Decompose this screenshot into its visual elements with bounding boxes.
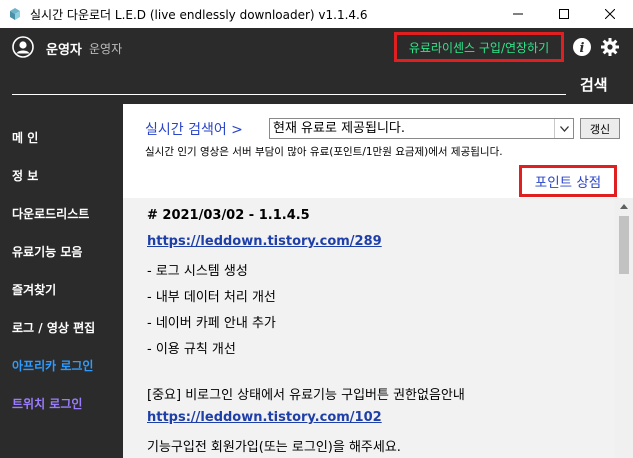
changelog-line: - 이용 규칙 개선: [147, 342, 236, 357]
sidebar-item-info[interactable]: 정 보: [12, 167, 38, 184]
user-name: 운영자: [46, 43, 82, 58]
avatar-icon[interactable]: [12, 36, 34, 58]
title-bar: 실시간 다운로더 L.E.D (live endlessly downloade…: [0, 0, 633, 28]
search-input[interactable]: [12, 72, 566, 94]
chevron-down-icon[interactable]: [554, 119, 573, 138]
sidebar-item-paid-features[interactable]: 유료기능 모음: [12, 243, 82, 260]
window-title: 실시간 다운로더 L.E.D (live endlessly downloade…: [30, 7, 368, 22]
search-button[interactable]: 검색: [580, 74, 608, 95]
sidebar-item-log-video-edit[interactable]: 로그 / 영상 편집: [12, 319, 95, 336]
changelog-link[interactable]: https://leddown.tistory.com/289: [147, 234, 382, 249]
minimize-icon: [513, 13, 523, 15]
sidebar-item-main[interactable]: 메 인: [12, 129, 38, 146]
changelog-line: - 로그 시스템 생성: [147, 264, 248, 279]
svg-text:i: i: [580, 41, 585, 56]
changelog-line: - 내부 데이터 처리 개선: [147, 290, 276, 305]
maximize-icon: [559, 9, 569, 19]
scrollbar[interactable]: [615, 198, 633, 458]
app-icon: [8, 7, 22, 21]
sidebar-item-twitch-login[interactable]: 트위치 로그인: [12, 395, 82, 412]
breadcrumb: 실시간 검색어 >: [145, 122, 243, 138]
refresh-button[interactable]: 갱신: [580, 118, 620, 139]
minimize-button[interactable]: [495, 0, 541, 28]
changelog-line: 기능구입전 회원가입(또는 로그인)을 해주세요.: [147, 440, 401, 455]
close-button[interactable]: [587, 0, 633, 28]
notice-text: 실시간 인기 영상은 서버 부담이 많아 유료(포인트/1만원 요금제)에서 제…: [145, 146, 503, 158]
changelog-line: - 네이버 카페 안내 추가: [147, 316, 276, 331]
sidebar-item-download-list[interactable]: 다운로드리스트: [12, 205, 89, 222]
changelog-panel: # 2021/03/02 - 1.1.4.5 https://leddown.t…: [123, 198, 615, 458]
gear-icon[interactable]: [600, 37, 620, 57]
license-purchase-button[interactable]: 유료라이센스 구입/연장하기: [394, 32, 564, 62]
changelog-link[interactable]: https://leddown.tistory.com/102: [147, 410, 382, 425]
scroll-thumb[interactable]: [619, 216, 629, 274]
trending-select[interactable]: 현재 유료로 제공됩니다.: [269, 118, 574, 139]
trending-select-value: 현재 유료로 제공됩니다.: [273, 121, 405, 136]
main-panel: 실시간 검색어 > 현재 유료로 제공됩니다. 갱신 실시간 인기 영상은 서버…: [123, 104, 633, 458]
sidebar: 메 인 정 보 다운로드리스트 유료기능 모음 즐겨찾기 로그 / 영상 편집 …: [0, 104, 123, 458]
sidebar-item-favorites[interactable]: 즐겨찾기: [12, 281, 56, 298]
search-underline: [12, 94, 566, 95]
info-icon[interactable]: i: [572, 37, 592, 57]
maximize-button[interactable]: [541, 0, 587, 28]
changelog-line: # 2021/03/02 - 1.1.4.5: [147, 208, 310, 223]
user-role: 운영자: [89, 42, 123, 56]
sidebar-item-afreeca-login[interactable]: 아프리카 로그인: [12, 357, 93, 374]
header: 운영자 운영자 유료라이센스 구입/연장하기 i 검색: [0, 28, 633, 104]
close-icon: [605, 9, 615, 19]
changelog-line: [중요] 비로그인 상태에서 유료기능 구입버튼 권한없음안내: [147, 388, 465, 403]
scroll-up-icon[interactable]: [615, 198, 633, 215]
point-shop-link[interactable]: 포인트 상점: [519, 165, 617, 197]
